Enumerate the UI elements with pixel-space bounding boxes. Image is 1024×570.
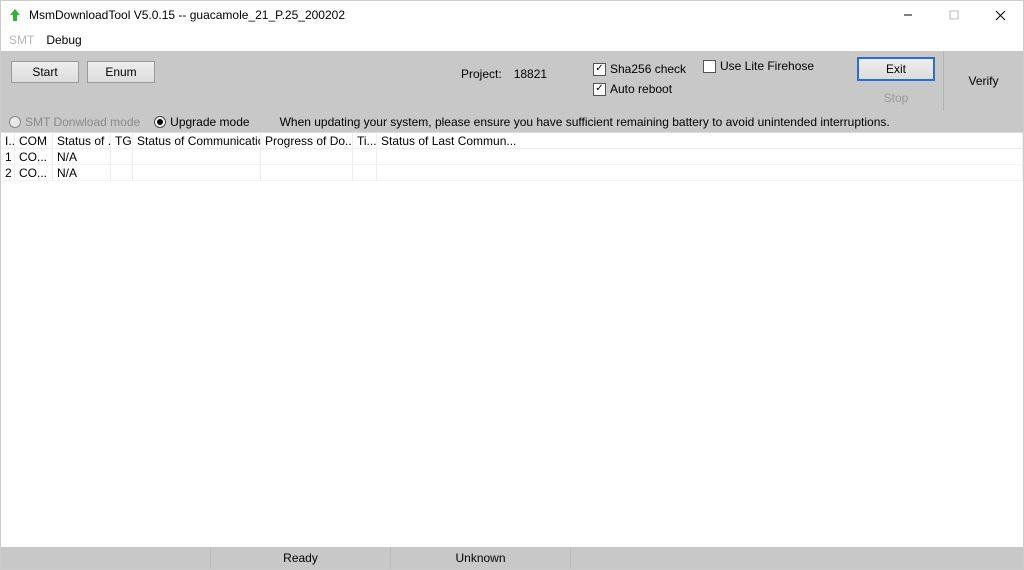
col-id[interactable]: I... xyxy=(1,133,15,148)
col-tg[interactable]: TG xyxy=(111,133,133,148)
status-cell-spacer xyxy=(571,547,1023,569)
col-last[interactable]: Status of Last Commun... xyxy=(377,133,1023,148)
cell-id: 2 xyxy=(1,165,15,180)
cell-time xyxy=(353,149,377,164)
maximize-button[interactable] xyxy=(931,1,977,29)
table-row[interactable]: 1 CO... N/A xyxy=(1,149,1023,165)
upgrade-mode-radio[interactable]: Upgrade mode xyxy=(154,115,249,129)
status-unknown: Unknown xyxy=(391,547,571,569)
cell-last xyxy=(377,165,1023,180)
status-cell-1 xyxy=(1,547,211,569)
minimize-button[interactable] xyxy=(885,1,931,29)
exit-stop-group: Exit Stop xyxy=(857,57,935,109)
title-bar: MsmDownloadTool V5.0.15 -- guacamole_21_… xyxy=(1,1,1023,29)
radio-icon xyxy=(9,116,21,128)
autoreboot-label: Auto reboot xyxy=(610,79,672,99)
col-status-comm[interactable]: Status of Communication xyxy=(133,133,261,148)
window-controls xyxy=(885,1,1023,29)
radio-icon xyxy=(154,116,166,128)
checkbox-icon xyxy=(593,83,606,96)
verify-button[interactable]: Verify xyxy=(943,51,1023,111)
toolbar: Start Enum Project: 18821 Sha256 check A… xyxy=(1,51,1023,111)
grid-header: I... COM Status of ... TG Status of Comm… xyxy=(1,133,1023,149)
cell-progress xyxy=(261,149,353,164)
project-label: Project: xyxy=(461,67,502,81)
cell-progress xyxy=(261,165,353,180)
col-time[interactable]: Ti... xyxy=(353,133,377,148)
sha256-checkbox[interactable]: Sha256 check xyxy=(593,59,686,79)
device-grid: I... COM Status of ... TG Status of Comm… xyxy=(1,133,1023,547)
checkbox-group-left: Sha256 check Auto reboot xyxy=(593,59,686,99)
cell-com: CO... xyxy=(15,149,53,164)
checkbox-icon xyxy=(593,63,606,76)
exit-button[interactable]: Exit xyxy=(857,57,935,81)
status-ready: Ready xyxy=(211,547,391,569)
cell-status-dl: N/A xyxy=(53,165,111,180)
checkbox-group-right: Use Lite Firehose xyxy=(703,59,814,73)
cell-status-dl: N/A xyxy=(53,149,111,164)
cell-status-comm xyxy=(133,165,261,180)
tip-message: When updating your system, please ensure… xyxy=(280,115,890,129)
window-title: MsmDownloadTool V5.0.15 -- guacamole_21_… xyxy=(29,8,345,22)
stop-button: Stop xyxy=(857,87,935,109)
start-button[interactable]: Start xyxy=(11,61,79,83)
litefirehose-checkbox[interactable]: Use Lite Firehose xyxy=(703,59,814,73)
upgrade-mode-label: Upgrade mode xyxy=(170,115,249,129)
col-progress[interactable]: Progress of Do... xyxy=(261,133,353,148)
smt-mode-radio[interactable]: SMT Donwload mode xyxy=(9,115,140,129)
litefirehose-label: Use Lite Firehose xyxy=(720,59,814,73)
menu-debug[interactable]: Debug xyxy=(46,33,81,47)
cell-tg xyxy=(111,149,133,164)
cell-status-comm xyxy=(133,149,261,164)
cell-tg xyxy=(111,165,133,180)
enum-button[interactable]: Enum xyxy=(87,61,155,83)
checkbox-icon xyxy=(703,60,716,73)
app-icon xyxy=(7,7,23,23)
status-bar: Ready Unknown xyxy=(1,547,1023,569)
col-com[interactable]: COM xyxy=(15,133,53,148)
menu-bar: SMT Debug xyxy=(1,29,1023,51)
cell-com: CO... xyxy=(15,165,53,180)
cell-last xyxy=(377,149,1023,164)
smt-mode-label: SMT Donwload mode xyxy=(25,115,140,129)
sha256-label: Sha256 check xyxy=(610,59,686,79)
close-button[interactable] xyxy=(977,1,1023,29)
table-row[interactable]: 2 CO... N/A xyxy=(1,165,1023,181)
grid-empty-area xyxy=(1,181,1023,547)
mode-bar: SMT Donwload mode Upgrade mode When upda… xyxy=(1,111,1023,133)
cell-id: 1 xyxy=(1,149,15,164)
col-status-dl[interactable]: Status of ... xyxy=(53,133,111,148)
menu-smt[interactable]: SMT xyxy=(9,33,34,47)
project-field: Project: 18821 xyxy=(461,67,547,81)
cell-time xyxy=(353,165,377,180)
autoreboot-checkbox[interactable]: Auto reboot xyxy=(593,79,686,99)
project-value: 18821 xyxy=(514,67,547,81)
